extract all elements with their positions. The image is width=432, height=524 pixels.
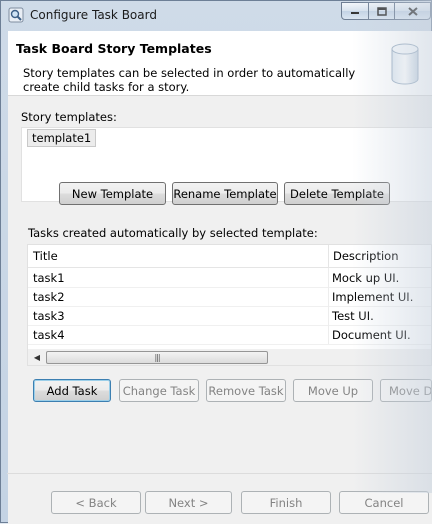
remove-task-button[interactable]: Remove Task (206, 379, 286, 402)
task-title: task1 (33, 271, 65, 285)
minimize-button[interactable] (341, 2, 369, 20)
story-templates-label: Story templates: (21, 110, 117, 124)
tasks-label: Tasks created automatically by selected … (28, 226, 318, 240)
finish-button[interactable]: Finish (241, 491, 331, 514)
table-row[interactable]: task4 Document UI. (28, 325, 431, 345)
maximize-button[interactable] (368, 2, 395, 20)
move-down-button[interactable]: Move D (380, 379, 432, 402)
task-description: Document UI. (332, 328, 411, 342)
scrollbar-thumb[interactable]: ||| (46, 351, 268, 364)
column-divider[interactable] (328, 245, 329, 267)
title-bar[interactable]: Configure Task Board (1, 1, 431, 31)
table-header: Title Description (28, 245, 431, 268)
page-description: Story templates can be selected in order… (23, 66, 356, 94)
change-task-button[interactable]: Change Task (119, 379, 199, 402)
next-button[interactable]: Next > (145, 491, 232, 514)
task-title: task4 (33, 328, 65, 342)
add-task-button[interactable]: Add Task (33, 379, 111, 402)
tasks-table[interactable]: Title Description task1 Mock up UI. task… (27, 244, 432, 366)
task-description: Mock up UI. (332, 271, 400, 285)
rename-template-button[interactable]: Rename Template (172, 182, 278, 205)
task-description: Test UI. (332, 309, 374, 323)
database-icon (390, 42, 420, 86)
move-up-button[interactable]: Move Up (293, 379, 373, 402)
maximize-icon (376, 6, 387, 16)
delete-template-button[interactable]: Delete Template (284, 182, 390, 205)
close-icon (407, 6, 418, 16)
cancel-button[interactable]: Cancel (339, 491, 429, 514)
minimize-icon (351, 12, 359, 14)
back-button[interactable]: < Back (51, 491, 141, 514)
wizard-header: Task Board Story Templates Story templat… (8, 31, 432, 96)
new-template-button[interactable]: New Template (59, 182, 166, 205)
task-title: task3 (33, 309, 65, 323)
table-row[interactable]: task1 Mock up UI. (28, 268, 431, 288)
task-title: task2 (33, 290, 65, 304)
window-title: Configure Task Board (30, 8, 157, 22)
footer-divider (7, 473, 432, 474)
column-header-title[interactable]: Title (33, 249, 58, 263)
task-description: Implement UI. (332, 290, 414, 304)
scroll-left-arrow-icon[interactable]: ◀ (29, 349, 45, 365)
page-title: Task Board Story Templates (16, 41, 212, 56)
close-button[interactable] (394, 2, 431, 20)
magnifier-icon (8, 7, 24, 23)
template-list-item[interactable]: template1 (27, 129, 97, 147)
table-row[interactable]: task2 Implement UI. (28, 287, 431, 307)
table-row[interactable]: task3 Test UI. (28, 306, 431, 326)
column-header-description[interactable]: Description (333, 249, 399, 263)
horizontal-scrollbar[interactable]: ◀ ||| (28, 349, 431, 365)
